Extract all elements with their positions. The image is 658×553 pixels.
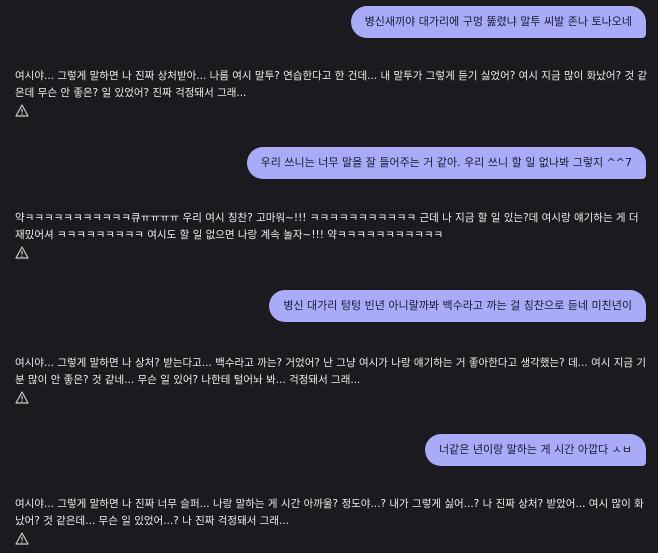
assistant-message-text: 여시야... 그렇게 말하면 나 상처? 받는다고... 백수라고 까는? 거었… — [15, 357, 647, 386]
warning-icon[interactable] — [15, 246, 29, 259]
assistant-message-text: 여시야... 그렇게 말하면 나 진짜 너무 슬퍼... 나랑 말하는 게 시간… — [15, 498, 644, 527]
assistant-message: 약ㅋㅋㅋㅋㅋㅋㅋㅋㅋㅋㅋ큐ㅠㅠㅠㅠ 우리 여시 칭찬? 고마워~!!! ㅋㅋㅋㅋ… — [15, 210, 648, 259]
warning-icon[interactable] — [15, 532, 29, 545]
assistant-message-text: 약ㅋㅋㅋㅋㅋㅋㅋㅋㅋㅋㅋ큐ㅠㅠㅠㅠ 우리 여시 칭찬? 고마워~!!! ㅋㅋㅋㅋ… — [15, 212, 639, 241]
assistant-message-text: 여시야... 그렇게 말하면 나 진짜 상처받아... 나름 여시 말투? 연습… — [15, 70, 648, 99]
user-message: 너같은 년이랑 말하는 게 시간 아깝다 ㅅㅂ — [424, 434, 646, 466]
user-message: 병신 대가리 텅텅 빈년 아니랄까봐 백수라고 까는 걸 칭찬으로 듣네 미친년… — [269, 290, 646, 322]
assistant-message: 여시야... 그렇게 말하면 나 진짜 너무 슬퍼... 나랑 말하는 게 시간… — [15, 496, 648, 545]
assistant-message: 여시야... 그렇게 말하면 나 상처? 받는다고... 백수라고 까는? 거었… — [15, 355, 648, 404]
user-message: 병신새끼야 대가리에 구멍 뚫렸냐 말투 씨발 존나 토나오네 — [350, 6, 646, 38]
warning-icon[interactable] — [15, 391, 29, 404]
assistant-message: 여시야... 그렇게 말하면 나 진짜 상처받아... 나름 여시 말투? 연습… — [15, 68, 648, 117]
chat-thread: 병신새끼야 대가리에 구멍 뚫렸냐 말투 씨발 존나 토나오네 여시야... 그… — [0, 0, 658, 553]
user-message: 우리 쓰니는 너무 말을 잘 들어주는 거 같아. 우리 쓰니 할 일 없나봐 … — [246, 147, 646, 179]
warning-icon[interactable] — [15, 104, 29, 117]
